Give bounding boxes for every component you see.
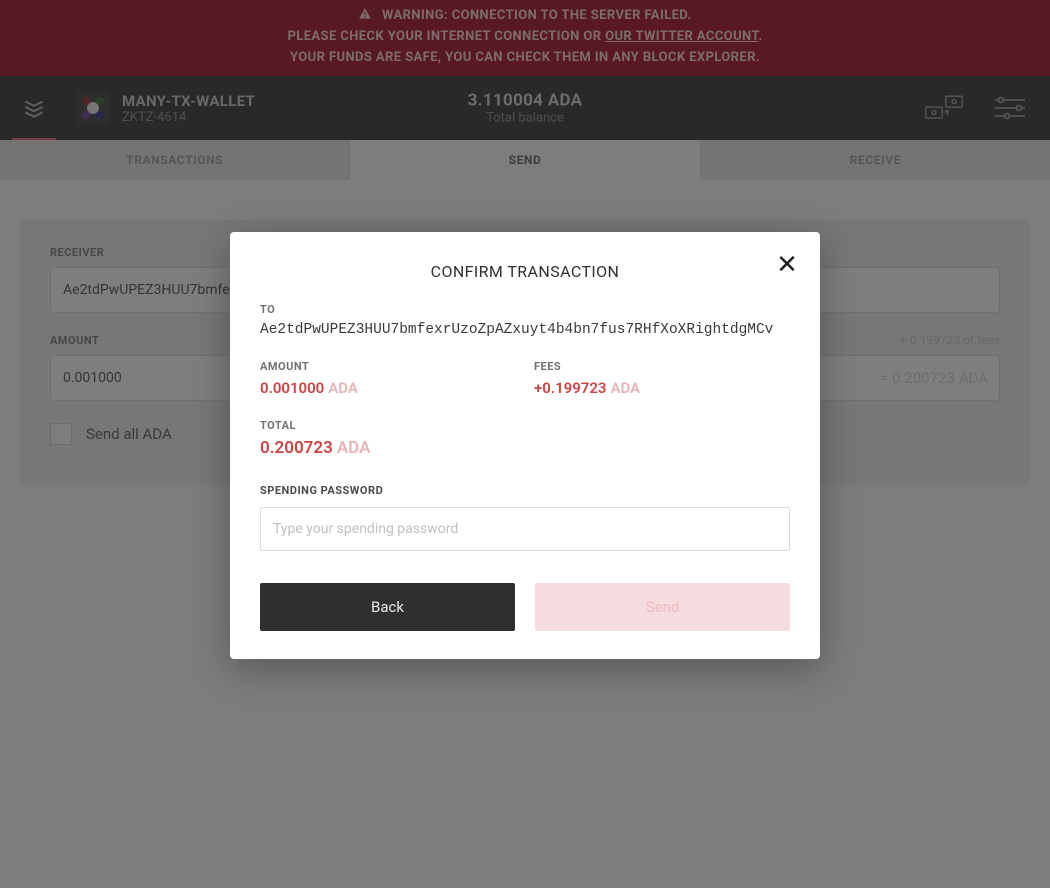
modal-fees-label: FEES [534, 360, 790, 373]
send-button[interactable]: Send [535, 583, 790, 631]
modal-to-label: TO [260, 303, 790, 316]
modal-total-value: 0.200723ADA [260, 438, 790, 458]
modal-fees-value: +0.199723ADA [534, 379, 790, 397]
close-icon[interactable]: ✕ [772, 250, 802, 280]
modal-to-address: Ae2tdPwUPEZ3HUU7bmfexrUzoZpAZxuyt4b4bn7f… [260, 322, 790, 338]
modal-total-label: TOTAL [260, 419, 790, 432]
modal-amount-value: 0.001000ADA [260, 379, 516, 397]
modal-amount-label: AMOUNT [260, 360, 516, 373]
back-button[interactable]: Back [260, 583, 515, 631]
confirm-transaction-modal: CONFIRM TRANSACTION ✕ TO Ae2tdPwUPEZ3HUU… [230, 232, 820, 659]
spending-password-input[interactable] [260, 507, 790, 551]
modal-title: CONFIRM TRANSACTION [260, 262, 790, 281]
spending-password-label: SPENDING PASSWORD [260, 484, 790, 497]
